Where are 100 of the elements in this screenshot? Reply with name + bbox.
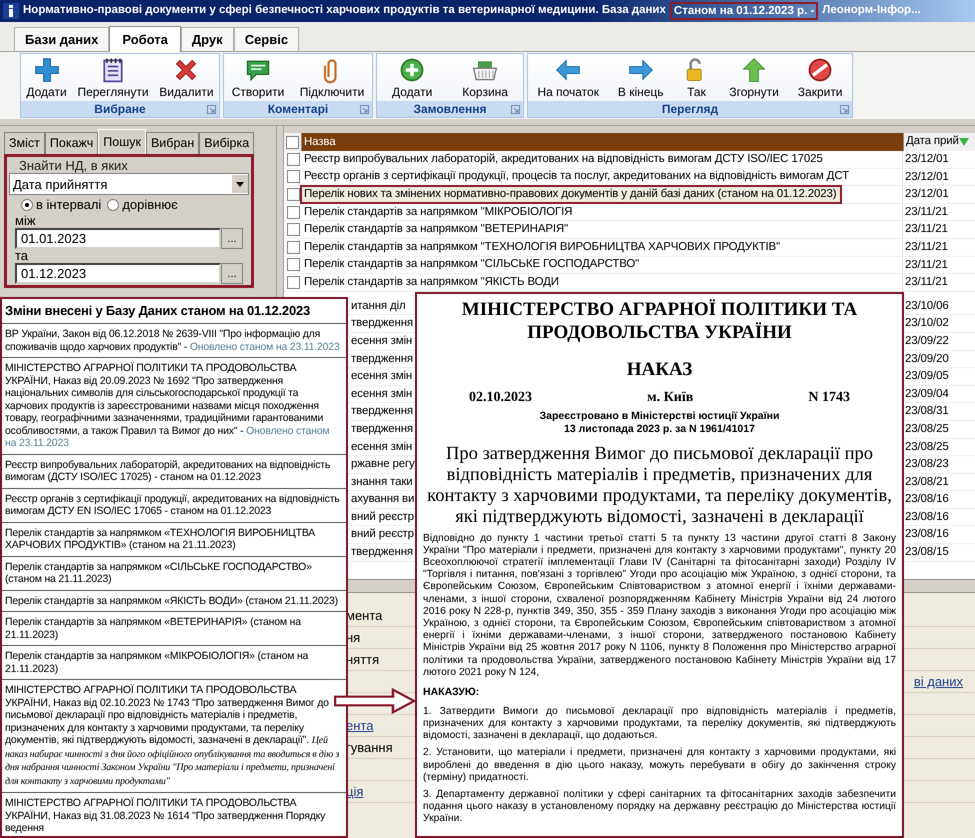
ribbon-button[interactable]: Так — [680, 56, 712, 99]
ribbon-button[interactable]: В кінець — [616, 56, 666, 99]
entry-text: Реєстр випробувальних лабораторій, акредитованих на відповідність вимогам (ДСТУ ISO/IEC 17025) - станом на 01.12.2023 — [5, 458, 332, 484]
table-cell[interactable]: есення змін — [351, 370, 412, 382]
table-cell[interactable]: 23/11/21 — [902, 238, 975, 256]
panel-tab[interactable]: Вибран — [146, 132, 200, 154]
ribbon-button[interactable]: Переглянути — [75, 56, 151, 99]
date-field[interactable]: 01.12.2023 — [15, 263, 221, 284]
ribbon-button[interactable]: Підключити — [298, 56, 366, 99]
launcher-icon[interactable] — [207, 105, 216, 114]
ribbon-button[interactable]: Додати — [390, 56, 434, 99]
plus-icon — [32, 56, 61, 84]
table-cell[interactable]: Перелік стандартів за напрямком "МІКРОБІОЛОГІЯ — [302, 204, 576, 220]
table-cell[interactable]: есення змін — [351, 440, 412, 452]
panel-tab[interactable]: Покажч — [44, 132, 98, 154]
entry-text: МІНІСТЕРСТВО АГРАРНОЇ ПОЛІТИКИ ТА ПРОДОВОЛЬСТВА УКРАЇНИ, Наказ від 02.10.2023 № 1743 "Про затвердження Вимог до письмової декларації про відповідність матеріалів і предметів, призначених для контакту з харчовими продуктами, та переліку документів, які підтверджують відомості, зазначені в декларації". Цей наказ набирає чинності з дня його офіційного опублікування та вводиться в дію з дня набрання чинності Законом України "Про матеріали і предмети, призначені для контакту з харчовими продуктами" — [5, 684, 340, 788]
entry-text: МІНІСТЕРСТВО АГРАРНОЇ ПОЛІТИКИ ТА ПРОДОВОЛЬСТВА УКРАЇНИ, Наказ від 20.09.2023 № 1692 "Про затвердження національних символів для сільськогосподарської продукції та харчових продуктів із зареєстрованими назвами місця походження товару, географічними зазначеннями, традиційними гарантованими особливостями, а також Правил та Вимог до них" - Оновлено станом на 23.11.2023 — [5, 362, 330, 450]
document-paragraph: НАКАЗУЮ: — [423, 684, 480, 700]
table-cell[interactable]: Реєстр випробувальних лабораторій, акредитованих на відповідність вимогам ДСТУ ISO/IEC 17025 — [302, 152, 827, 167]
browse-button[interactable]: ... — [221, 263, 243, 284]
table-cell[interactable]: вний реєстр — [351, 510, 414, 523]
group-label: Вибране — [94, 102, 146, 116]
browse-button[interactable]: ... — [221, 228, 243, 249]
table-cell[interactable]: твердження — [351, 317, 414, 330]
checkbox[interactable] — [286, 188, 300, 201]
table-cell[interactable]: 23/11/21 — [902, 204, 975, 220]
checkbox[interactable] — [286, 136, 299, 148]
panel-tab[interactable]: Пошук — [98, 129, 146, 154]
panel-heading: Зміни внесені у Базу Даних станом на 01.12.2023 — [2, 299, 346, 324]
table-cell[interactable]: Перелік стандартів за напрямком "ВЕТЕРИНАРІЯ" — [302, 222, 572, 238]
table-cell[interactable]: знання таки — [351, 476, 412, 488]
table-cell[interactable]: итання діл — [351, 300, 406, 312]
document-paragraph: Відповідно до пункту 1 частини третьої статті 5 та пункту 13 частини другої статті 8 Закону України "Про матеріали і предмети, призначені для контакту з харчовими продуктами", пункту 20 Всеохоплюючої стратегії імплементації Глави IV (Санітарні та фітосанітарні заходи) Розділу IV "Торгівля і питання, пов'язані з торгівлею" Угоди про асоціацію між Україною, з однієї сторони, та Європейським Союзом, Європейським Співтовариством з атомної енергії і їхніми державами-членами, з іншої сторони, схваленої розпорядженням Кабінету Міністрів України від 24 лютого 2016 року N 228-р, пунктів 349, 350, 355 - 359 Плану заходів з виконання Угоди про асоціацію між Україною, з однієї сторони, та Європейським Союзом, Європейським співтовариством з атомної енергії і їхніми державами-членами, з іншої сторони, затвердженого постановою Кабінету Міністрів України від 25 жовтня 2017 року N 1106, пункту 8 Положення про Міністерство аграрної політики та продовольства України, затвердженого постановою Кабінету Міністрів України від 17 лютого 2021 року N 124, — [423, 532, 896, 679]
table-cell[interactable]: 23/11/21 — [902, 221, 975, 238]
registration-note: Зареєстровано в Міністерстві юстиції України — [540, 410, 780, 422]
database-status: Станом на 01.12.2023 р. - — [670, 2, 818, 20]
table-cell[interactable]: Реєстр органів з сертифікації продукції, процесів та послуг, акредитованих на відповідність вимогам ДСТ — [302, 169, 853, 184]
registration-note: 13 листопада 2023 р. за N 1961/41017 — [564, 422, 755, 436]
entry-text: Перелік стандартів за напрямком «СІЛЬСЬКЕ ГОСПОДАРСТВО» (станом на 21.11.2023) — [5, 560, 313, 586]
document-date: 02.10.2023 — [469, 388, 532, 406]
panel-tab[interactable]: Зміст — [4, 132, 45, 154]
table-cell[interactable]: 23/12/01 — [902, 151, 975, 168]
checkbox[interactable] — [286, 276, 300, 289]
radio-option[interactable]: дорівнює — [107, 197, 178, 212]
document-type: НАКАЗ — [626, 358, 694, 382]
table-cell[interactable]: есення змін — [351, 334, 412, 347]
table-cell[interactable]: Перелік стандартів за напрямком "ТЕХНОЛОГІЯ ВИРОБНИЦТВА ХАРЧОВИХ ПРОДУКТІВ" — [302, 240, 784, 255]
window-title: Нормативно-правові документи у сфері безпечності харчових продуктів та ветеринарної медицини. База даних — [23, 3, 666, 18]
launcher-icon[interactable] — [840, 105, 849, 114]
ribbon-button[interactable]: Додати — [24, 56, 69, 99]
entry-text: МІНІСТЕРСТВО АГРАРНОЇ ПОЛІТИКИ ТА ПРОДОВОЛЬСТВА УКРАЇНИ, Наказ від 31.08.2023 № 1614 "Про затвердження Порядку ведення — [5, 797, 326, 834]
ribbon-tab[interactable]: Робота — [109, 26, 181, 52]
panel-tab[interactable]: Вибірка — [199, 132, 254, 154]
column-header[interactable]: Назва — [302, 133, 903, 151]
plus-circle-icon — [398, 56, 426, 84]
date-field[interactable]: 01.01.2023 — [15, 228, 221, 249]
table-cell[interactable]: твердження — [351, 546, 414, 558]
launcher-icon[interactable] — [360, 105, 369, 114]
table-cell[interactable]: Перелік стандартів за напрямком "СІЛЬСЬКЕ ГОСПОДАРСТВО" — [302, 257, 644, 272]
ribbon-button[interactable]: Видалити — [157, 56, 216, 99]
select-field[interactable]: Дата прийняття — [9, 173, 249, 195]
group-label: Коментарі — [268, 102, 328, 116]
checkbox[interactable] — [286, 152, 300, 166]
launcher-icon[interactable] — [511, 105, 520, 114]
field-label: Знайти НД, в яких — [18, 158, 129, 173]
ribbon-tab[interactable]: Друк — [180, 27, 234, 51]
table-cell[interactable]: 23/12/01 — [902, 186, 975, 203]
document-title: Про затвердження Вимог до письмової декларації про відповідність матеріалів і предметів, призначених для контакту з харчовими продуктами, та переліку документів, які підтверджують відомості, зазначені в декларації — [426, 444, 893, 528]
table-cell[interactable]: Перелік стандартів за напрямком "ЯКІСТЬ ВОДИ — [302, 274, 563, 290]
ribbon-tab[interactable]: Бази даних — [14, 27, 110, 51]
checkbox[interactable] — [286, 206, 300, 219]
document-paragraph: 1. Затвердити Вимоги до письмової декларації про відповідність матеріалів і предметів, призначених для контакту з харчовими продуктами, та переліку документів, які підтверджують відомості, зазначені в декларації, що додаються. — [423, 706, 896, 742]
table-cell[interactable]: 23/11/21 — [902, 256, 975, 274]
table-cell[interactable]: есення змін — [351, 388, 412, 400]
table-cell[interactable]: твердження — [351, 352, 414, 365]
ribbon-button[interactable]: На початок — [535, 56, 601, 99]
table-cell[interactable]: ахування ви — [351, 493, 414, 506]
ribbon-button[interactable]: Закрити — [796, 56, 845, 99]
document-place: м. Київ — [647, 388, 694, 406]
ribbon-button[interactable]: Корзина — [460, 56, 510, 99]
table-cell[interactable]: Перелік нових та змінених нормативно-правових документів у даній базі даних (станом на 01.12.2023) — [302, 186, 840, 202]
table-cell[interactable]: твердження — [351, 405, 414, 418]
radio-option[interactable]: в інтервалі — [21, 197, 102, 212]
checkbox[interactable] — [286, 170, 300, 184]
table-cell[interactable]: ржавне регу — [351, 458, 415, 470]
field-label: та — [15, 249, 30, 263]
entry-text: Реєстр органів з сертифікації продукції, акредитованих на відповідність вимогам ДСТУ EN ISO/IEC 17065 - станом на 01.12.2023 — [5, 492, 341, 518]
table-cell[interactable]: вний реєстр — [351, 528, 414, 540]
checkbox[interactable] — [286, 223, 300, 236]
ribbon-button[interactable]: Створити — [230, 56, 286, 99]
checkbox[interactable] — [286, 258, 300, 272]
table-cell[interactable]: твердження — [351, 422, 414, 435]
entry-text: ВР України, Закон від 06.12.2018 № 2639-VIII "Про інформацію для споживачів щодо харчових продуктів" - Оновлено станом на 23.11.2023 — [5, 328, 341, 353]
checkbox[interactable] — [286, 240, 300, 254]
window-title-suffix: Леонорм-Інфор... — [822, 3, 921, 18]
ribbon-tab[interactable]: Сервіс — [234, 27, 300, 51]
table-cell[interactable]: 23/11/21 — [902, 274, 975, 291]
ribbon-button[interactable]: Згорнути — [727, 56, 781, 99]
link[interactable]: ві даних — [914, 672, 963, 692]
table-cell[interactable]: 23/12/01 — [902, 168, 975, 186]
